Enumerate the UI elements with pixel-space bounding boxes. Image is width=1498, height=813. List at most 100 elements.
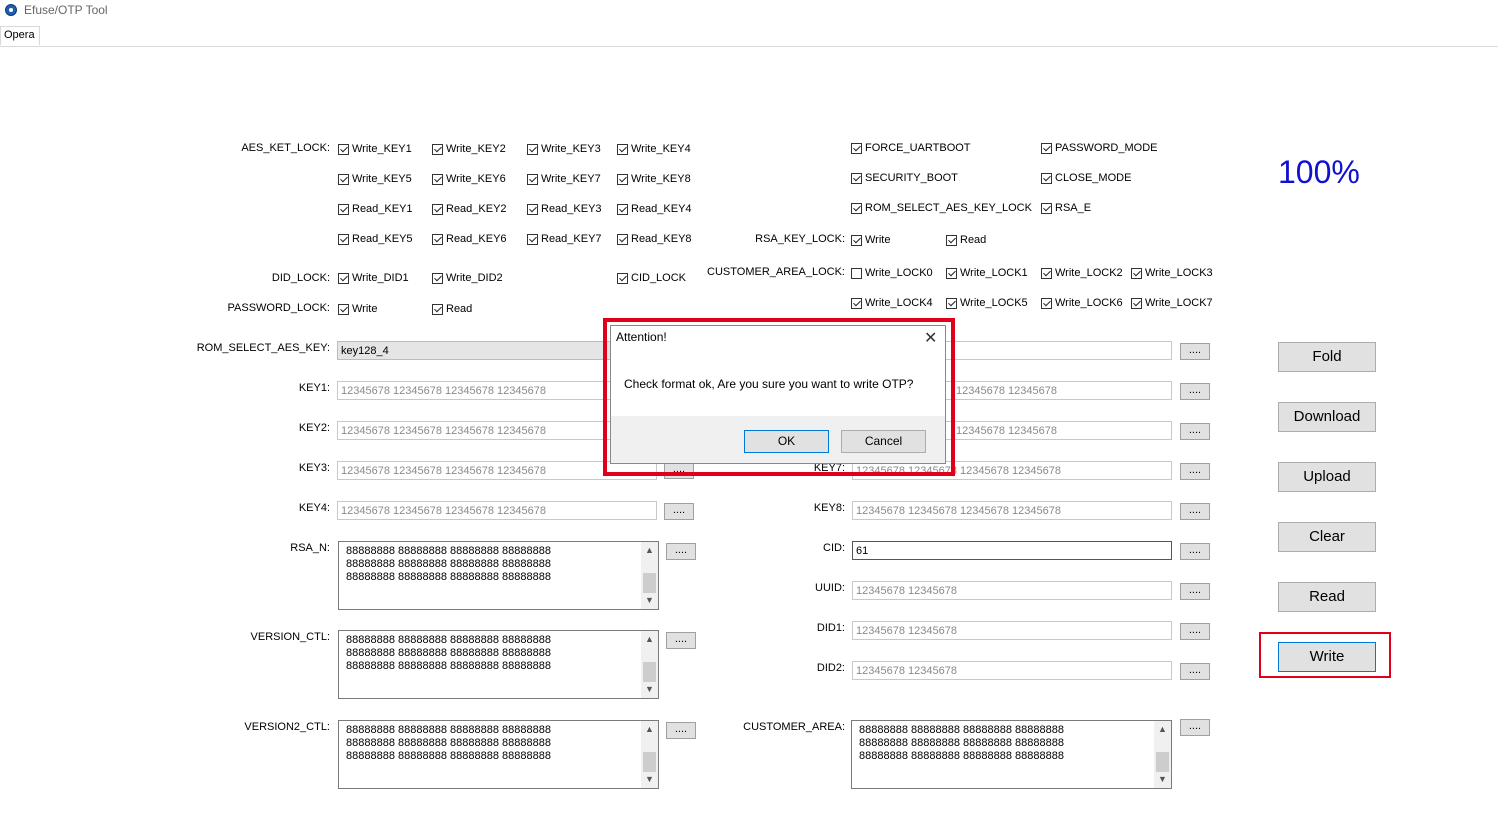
checkbox-box [527,143,538,155]
browse-customer-area-button[interactable]: .... [1180,719,1210,736]
checkbox-cid-lock[interactable]: CID_LOCK [617,272,686,284]
browse-did2-button[interactable]: .... [1180,663,1210,680]
uuid-field[interactable]: 12345678 12345678 [852,581,1172,600]
checkbox-write-key3[interactable]: Write_KEY3 [527,143,601,155]
checkbox-write-lock4[interactable]: Write_LOCK4 [851,297,933,309]
read-button[interactable]: Read [1278,582,1376,612]
dialog-highlight [603,318,955,476]
browse-rsa-n-button[interactable]: .... [666,543,696,560]
checkbox-box [1131,267,1142,279]
scroll-thumb[interactable] [643,573,656,593]
scroll-up-icon[interactable]: ▲ [641,631,658,648]
rsa-n-textarea[interactable]: 88888888 88888888 88888888 88888888 8888… [338,541,659,610]
checkbox-write-lock3[interactable]: Write_LOCK3 [1131,267,1213,279]
checkbox-box [338,173,349,185]
browse-key7a-button[interactable]: .... [1180,423,1210,440]
title-bar [0,0,1498,22]
scroll-down-icon[interactable]: ▼ [641,592,658,609]
tab-opera[interactable]: Opera [0,26,40,45]
checkbox-read-key7[interactable]: Read_KEY7 [527,233,602,245]
scroll-down-icon[interactable]: ▼ [1154,771,1171,788]
checkbox-write-lock7[interactable]: Write_LOCK7 [1131,297,1213,309]
browse-version-ctl-button[interactable]: .... [666,632,696,649]
checkbox-write-key7[interactable]: Write_KEY7 [527,173,601,185]
checkbox-read-key2[interactable]: Read_KEY2 [432,203,507,215]
checkbox-rsa-e[interactable]: RSA_E [1041,202,1091,214]
checkbox-read-key8[interactable]: Read_KEY8 [617,233,692,245]
checkbox-write-key4[interactable]: Write_KEY4 [617,143,691,155]
checkbox-security-boot[interactable]: SECURITY_BOOT [851,172,958,184]
browse-did1-button[interactable]: .... [1180,623,1210,640]
scrollbar[interactable]: ▲ ▼ [641,542,658,609]
checkbox-box [851,297,862,309]
checkbox-write-did2[interactable]: Write_DID2 [432,272,503,284]
checkbox-write-key6[interactable]: Write_KEY6 [432,173,506,185]
did2-field[interactable]: 12345678 12345678 [852,661,1172,680]
checkbox-box [851,202,862,214]
browse-key4-button[interactable]: .... [664,503,694,520]
scroll-thumb[interactable] [1156,752,1169,772]
checkbox-read-key6[interactable]: Read_KEY6 [432,233,507,245]
checkbox-box [617,233,628,245]
version2-ctl-textarea[interactable]: 88888888 88888888 88888888 88888888 8888… [338,720,659,789]
upload-button[interactable]: Upload [1278,462,1376,492]
browse-key7-button[interactable]: .... [1180,463,1210,480]
checkbox-write-lock6[interactable]: Write_LOCK6 [1041,297,1123,309]
cid-label: CID: [823,542,845,554]
scroll-up-icon[interactable]: ▲ [641,542,658,559]
checkbox-rsa-write[interactable]: Write [851,234,890,246]
fold-button[interactable]: Fold [1278,342,1376,372]
checkbox-password-read[interactable]: Read [432,303,472,315]
checkbox-read-key5[interactable]: Read_KEY5 [338,233,413,245]
checkbox-force-uartboot[interactable]: FORCE_UARTBOOT [851,142,971,154]
did1-field[interactable]: 12345678 12345678 [852,621,1172,640]
checkbox-box [946,234,957,246]
checkbox-password-mode[interactable]: PASSWORD_MODE [1041,142,1157,154]
checkbox-write-key5[interactable]: Write_KEY5 [338,173,412,185]
browse-key8-button[interactable]: .... [1180,503,1210,520]
browse-cid-button[interactable]: .... [1180,543,1210,560]
key3-label: KEY3: [298,462,330,474]
checkbox-rom-select-aes-key-lock[interactable]: ROM_SELECT_AES_KEY_LOCK [851,202,1032,214]
scroll-up-icon[interactable]: ▲ [641,721,658,738]
checkbox-write-key1[interactable]: Write_KEY1 [338,143,412,155]
key8-field[interactable]: 12345678 12345678 12345678 12345678 [852,501,1172,520]
scroll-down-icon[interactable]: ▼ [641,681,658,698]
customer-area-textarea[interactable]: 88888888 88888888 88888888 88888888 8888… [851,720,1172,789]
checkbox-write-key2[interactable]: Write_KEY2 [432,143,506,155]
checkbox-write-lock0[interactable]: Write_LOCK0 [851,267,933,279]
checkbox-box [527,233,538,245]
checkbox-write-lock5[interactable]: Write_LOCK5 [946,297,1028,309]
checkbox-box [432,303,443,315]
checkbox-password-write[interactable]: Write [338,303,377,315]
checkbox-box [617,143,628,155]
version-ctl-textarea[interactable]: 88888888 88888888 88888888 88888888 8888… [338,630,659,699]
checkbox-write-did1[interactable]: Write_DID1 [338,272,409,284]
scrollbar[interactable]: ▲ ▼ [641,721,658,788]
aes-ket-lock-label: AES_KET_LOCK: [241,142,330,154]
scroll-thumb[interactable] [643,752,656,772]
clear-button[interactable]: Clear [1278,522,1376,552]
checkbox-read-key3[interactable]: Read_KEY3 [527,203,602,215]
checkbox-read-key4[interactable]: Read_KEY4 [617,203,692,215]
browse-key6-button[interactable]: .... [1180,383,1210,400]
checkbox-read-key1[interactable]: Read_KEY1 [338,203,413,215]
browse-version2-ctl-button[interactable]: .... [666,722,696,739]
checkbox-write-key8[interactable]: Write_KEY8 [617,173,691,185]
scroll-thumb[interactable] [643,662,656,682]
key4-field[interactable]: 12345678 12345678 12345678 12345678 [337,501,657,520]
scroll-down-icon[interactable]: ▼ [641,771,658,788]
browse-uuid-button[interactable]: .... [1180,583,1210,600]
scrollbar[interactable]: ▲ ▼ [1154,721,1171,788]
checkbox-box [338,143,349,155]
checkbox-rsa-read[interactable]: Read [946,234,986,246]
checkbox-close-mode[interactable]: CLOSE_MODE [1041,172,1131,184]
checkbox-write-lock1[interactable]: Write_LOCK1 [946,267,1028,279]
browse-key5-button[interactable]: .... [1180,343,1210,360]
scrollbar[interactable]: ▲ ▼ [641,631,658,698]
cid-field[interactable]: 61 [852,541,1172,560]
download-button[interactable]: Download [1278,402,1376,432]
scroll-up-icon[interactable]: ▲ [1154,721,1171,738]
key2-label: KEY2: [298,422,330,434]
checkbox-write-lock2[interactable]: Write_LOCK2 [1041,267,1123,279]
